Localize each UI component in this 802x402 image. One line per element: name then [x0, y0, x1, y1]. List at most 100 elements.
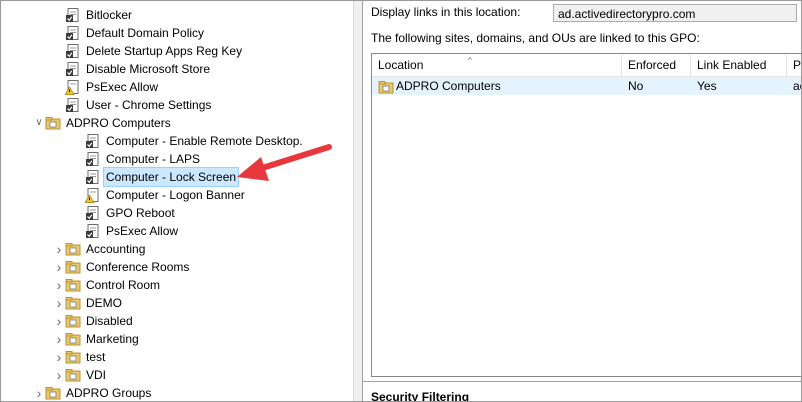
tree-item-label: Disabled — [86, 314, 133, 328]
annotation-arrow — [237, 144, 332, 181]
column-path[interactable]: P — [787, 54, 801, 76]
gpo-icon — [85, 223, 101, 239]
tree-item[interactable]: ∨ ADPRO Computers — [33, 114, 173, 132]
ou-folder-icon — [378, 80, 394, 94]
tree-item[interactable]: PsExec Allow — [73, 222, 180, 240]
ou-folder-icon — [65, 295, 81, 311]
cell-enforced: No — [628, 79, 644, 93]
gpo-icon — [85, 169, 101, 185]
gpo-warning-icon — [64, 79, 81, 95]
list-header: Location ^ Enforced Link Enabled P — [372, 54, 801, 77]
chevron-right-icon[interactable]: › — [53, 294, 65, 312]
ou-folder-icon — [65, 259, 81, 275]
gpo-tree-pane: Bitlocker Default Domain Policy Delete Sta… — [1, 1, 353, 401]
chevron-right-icon[interactable]: › — [53, 258, 65, 276]
ou-folder-icon — [45, 115, 61, 131]
gpo-icon — [65, 43, 81, 59]
tree-item-label: Computer - Logon Banner — [106, 188, 245, 202]
tree-item[interactable]: Default Domain Policy — [53, 24, 206, 42]
cell-link-enabled: Yes — [697, 79, 717, 93]
tree-item-label: PsExec Allow — [86, 80, 159, 94]
tree-item-label: ADPRO Groups — [66, 386, 152, 400]
chevron-right-icon[interactable]: › — [53, 366, 65, 384]
tree-item-label: Accounting — [86, 242, 146, 256]
tree-item[interactable]: › test — [53, 348, 107, 366]
display-links-dropdown[interactable]: ad.activedirectorypro.com — [553, 4, 797, 22]
ou-folder-icon — [65, 241, 81, 257]
tree-item-label: Control Room — [86, 278, 161, 292]
links-list-view: Location ^ Enforced Link Enabled P ADPRO… — [371, 53, 801, 377]
cell-location: ADPRO Computers — [378, 77, 618, 95]
tree-item-label: Computer - LAPS — [106, 152, 201, 166]
chevron-right-icon[interactable]: › — [33, 384, 45, 401]
gpo-icon — [65, 25, 81, 41]
tree-item[interactable]: › DEMO — [53, 294, 124, 312]
tree-item[interactable]: Computer - Lock Screen — [73, 167, 240, 187]
tree-item-label: test — [86, 350, 106, 364]
cell-path: ac — [793, 79, 801, 93]
chevron-right-icon[interactable]: › — [53, 312, 65, 330]
tree-item-label: Delete Startup Apps Reg Key — [86, 44, 243, 58]
column-link-enabled[interactable]: Link Enabled — [691, 54, 787, 76]
linked-locations-label: The following sites, domains, and OUs ar… — [371, 31, 700, 45]
tree-item-label: Computer - Lock Screen — [102, 167, 240, 187]
display-links-label: Display links in this location: — [371, 5, 521, 19]
display-links-strip: Display links in this location: ad.activ… — [363, 1, 801, 24]
tree-item-label: ADPRO Computers — [66, 116, 171, 130]
chevron-right-icon[interactable]: › — [53, 348, 65, 366]
tree-item[interactable]: Delete Startup Apps Reg Key — [53, 42, 244, 60]
tree-item[interactable]: Disable Microsoft Store — [53, 60, 212, 78]
gpo-icon — [65, 61, 81, 77]
scope-tab-pane: Display links in this location: ad.activ… — [363, 1, 801, 401]
tree-item-label: GPO Reboot — [106, 206, 175, 220]
gpo-warning-icon — [84, 187, 101, 203]
security-filtering-heading: Security Filtering — [371, 390, 470, 402]
sort-ascending-icon: ^ — [468, 56, 472, 65]
ou-folder-icon — [65, 349, 81, 365]
tree-item[interactable]: PsExec Allow — [53, 78, 160, 96]
gpo-icon — [65, 97, 81, 113]
tree-item[interactable]: Bitlocker — [53, 6, 134, 24]
chevron-right-icon[interactable]: › — [53, 240, 65, 258]
tree-item[interactable]: User - Chrome Settings — [53, 96, 213, 114]
chevron-right-icon[interactable]: › — [53, 276, 65, 294]
table-row[interactable]: ADPRO Computers No Yes ac — [372, 77, 801, 95]
tree-item-label: Disable Microsoft Store — [86, 62, 211, 76]
tree-item[interactable]: › Marketing — [53, 330, 141, 348]
tree-item[interactable]: › ADPRO Groups — [33, 384, 153, 401]
tree-item[interactable]: › Conference Rooms — [53, 258, 191, 276]
chevron-down-icon[interactable]: ∨ — [33, 114, 45, 132]
tree-item-label: VDI — [86, 368, 107, 382]
tree-item-label: PsExec Allow — [106, 224, 179, 238]
column-location[interactable]: Location ^ — [372, 54, 622, 76]
gpo-icon — [85, 205, 101, 221]
gpo-icon — [85, 133, 101, 149]
tree-item[interactable]: › Disabled — [53, 312, 135, 330]
ou-folder-icon — [65, 313, 81, 329]
tree-item[interactable]: Computer - LAPS — [73, 150, 202, 168]
tree-item[interactable]: GPO Reboot — [73, 204, 177, 222]
tree-item[interactable]: › Accounting — [53, 240, 147, 258]
ou-folder-icon — [45, 385, 61, 401]
tree-item[interactable]: › VDI — [53, 366, 108, 384]
tree-item[interactable]: › Control Room — [53, 276, 162, 294]
tree-item-label: DEMO — [86, 296, 122, 310]
tree-item[interactable]: Computer - Logon Banner — [73, 186, 247, 204]
ou-folder-icon — [65, 367, 81, 383]
column-enforced[interactable]: Enforced — [622, 54, 691, 76]
pane-splitter[interactable] — [353, 1, 363, 401]
tree-item-label: Conference Rooms — [86, 260, 190, 274]
chevron-right-icon[interactable]: › — [53, 330, 65, 348]
tree-item-label: Bitlocker — [86, 8, 133, 22]
tree-item-label: User - Chrome Settings — [86, 98, 212, 112]
